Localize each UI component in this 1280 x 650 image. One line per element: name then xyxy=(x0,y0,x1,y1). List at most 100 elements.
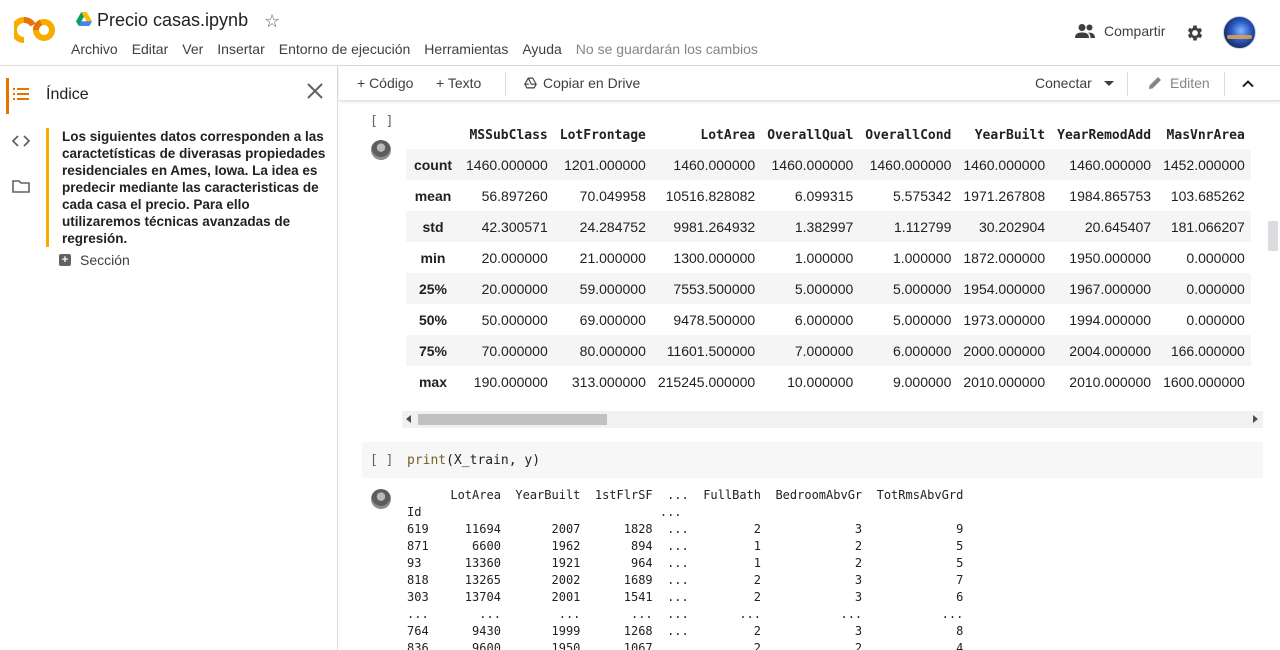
notebook-title[interactable]: Precio casas.ipynb xyxy=(97,10,248,31)
table-cell: 1.000000 xyxy=(892,249,952,266)
table-row: max 190.000000 313.000000 215245.000000 10.0… xyxy=(406,366,1251,397)
menu-insertar[interactable]: Insertar xyxy=(217,41,264,57)
connect-button[interactable]: Conectar xyxy=(1035,75,1114,91)
cell-run-bracket[interactable]: [ ] xyxy=(370,114,393,129)
add-code-button[interactable]: + Código xyxy=(357,75,413,91)
toolbar-divider xyxy=(1224,72,1225,96)
table-cell: 21.000000 xyxy=(579,249,646,266)
menu-archivo[interactable]: Archivo xyxy=(71,41,118,57)
table-cell: 5.000000 xyxy=(892,280,952,297)
table-cell: 1460.000000 xyxy=(963,156,1046,173)
column-header: OverallQual xyxy=(767,127,854,143)
scroll-right-icon[interactable] xyxy=(1253,415,1258,423)
table-cell: 0.000000 xyxy=(1186,280,1245,297)
table-cell: 5.575342 xyxy=(892,187,952,204)
table-cell: 5.000000 xyxy=(892,311,952,328)
code-snippets-icon[interactable] xyxy=(11,131,31,151)
toc-entry[interactable]: Los siguientes datos corresponden a las … xyxy=(46,128,332,247)
toc-sidebar: Índice Los siguientes datos corresponden… xyxy=(40,66,338,650)
row-label: min xyxy=(420,249,446,266)
table-cell: 5.000000 xyxy=(794,280,854,297)
table-cell: 10.000000 xyxy=(787,373,854,390)
scroll-left-icon[interactable] xyxy=(406,415,411,423)
drive-outline-icon xyxy=(524,77,537,89)
row-label: 25% xyxy=(418,280,448,297)
app-header: Precio casas.ipynb ☆ Archivo Editar Ver … xyxy=(0,0,1280,66)
cell-run-bracket[interactable]: [ ] xyxy=(370,453,393,468)
save-status[interactable]: No se guardarán los cambios xyxy=(576,41,758,57)
code-editor[interactable]: print(X_train, y) xyxy=(407,453,540,468)
table-cell: 20.645407 xyxy=(1084,218,1152,235)
section-label: Sección xyxy=(80,252,130,268)
row-label: std xyxy=(422,218,444,235)
horizontal-scroll-thumb[interactable] xyxy=(418,414,607,425)
table-row: 75% 70.000000 80.000000 11601.500000 7.00000… xyxy=(406,335,1251,366)
table-cell: 1452.000000 xyxy=(1163,156,1245,173)
menu-ver[interactable]: Ver xyxy=(182,41,203,57)
table-cell: 1600.000000 xyxy=(1163,373,1245,390)
menu-entorno-ejecucion[interactable]: Entorno de ejecución xyxy=(279,41,411,57)
notebook-toolbar: + Código + Texto Copiar en Drive Conecta… xyxy=(339,66,1280,101)
table-row: 50% 50.000000 69.000000 9478.500000 6.000000… xyxy=(406,304,1251,335)
table-cell: 1.112799 xyxy=(894,218,952,235)
row-label: max xyxy=(418,373,448,390)
menu-herramientas[interactable]: Herramientas xyxy=(424,41,508,57)
output-avatar-icon[interactable] xyxy=(371,140,391,160)
table-row: count 1460.000000 1201.000000 1460.000000 14… xyxy=(406,149,1251,180)
output-avatar-icon[interactable] xyxy=(371,489,391,509)
colab-logo[interactable] xyxy=(14,16,56,44)
column-header: LotFrontage xyxy=(559,127,646,143)
add-section-button[interactable]: + Sección xyxy=(59,252,130,268)
column-header: YearBuilt xyxy=(974,127,1046,143)
table-cell: 103.685262 xyxy=(1170,187,1245,204)
user-avatar[interactable] xyxy=(1223,16,1256,49)
table-cell: 313.000000 xyxy=(571,373,646,390)
left-rail xyxy=(0,66,40,650)
folder-icon[interactable] xyxy=(11,176,31,196)
table-cell: 70.000000 xyxy=(481,342,548,359)
table-cell: 9981.264932 xyxy=(673,218,756,235)
menu-editar[interactable]: Editar xyxy=(132,41,169,57)
share-label: Compartir xyxy=(1104,23,1166,39)
table-cell: 166.000000 xyxy=(1170,342,1245,359)
print-output: LotArea YearBuilt 1stFlrSF ... FullBath … xyxy=(407,488,964,650)
share-button[interactable]: Compartir xyxy=(1074,23,1165,39)
table-cell: 1872.000000 xyxy=(963,249,1046,266)
table-of-contents-icon[interactable] xyxy=(11,84,31,104)
table-cell: 1967.000000 xyxy=(1069,280,1152,297)
edit-label: Editen xyxy=(1170,75,1210,91)
row-label: count xyxy=(413,156,453,173)
menu-bar: Archivo Editar Ver Insertar Entorno de e… xyxy=(71,41,758,57)
people-icon xyxy=(1075,24,1095,38)
table-cell: 1984.865753 xyxy=(1069,187,1152,204)
add-text-button[interactable]: + Texto xyxy=(436,75,481,91)
table-cell: 9.000000 xyxy=(892,373,952,390)
plus-box-icon: + xyxy=(59,254,71,266)
chevron-down-icon xyxy=(1103,80,1114,86)
code-cell[interactable]: [ ] print(X_train, y) xyxy=(362,442,1263,478)
table-cell: 9478.500000 xyxy=(673,311,756,328)
code-args: (X_train, y) xyxy=(446,453,541,468)
toolbar-divider xyxy=(1127,72,1128,96)
gear-icon[interactable] xyxy=(1185,23,1205,43)
table-cell: 20.000000 xyxy=(481,280,548,297)
edit-button[interactable]: Editen xyxy=(1147,75,1210,91)
table-cell: 1460.000000 xyxy=(466,156,548,173)
horizontal-scrollbar[interactable] xyxy=(402,411,1263,428)
vertical-scrollbar[interactable] xyxy=(1268,221,1278,251)
table-cell: 42.300571 xyxy=(481,218,548,235)
table-cell: 56.897260 xyxy=(481,187,548,204)
star-icon[interactable]: ☆ xyxy=(264,10,280,32)
pencil-icon xyxy=(1149,77,1161,89)
close-icon[interactable] xyxy=(304,80,326,102)
menu-ayuda[interactable]: Ayuda xyxy=(522,41,561,57)
table-cell: 1971.267808 xyxy=(963,187,1046,204)
copy-to-drive-label: Copiar en Drive xyxy=(543,75,641,91)
toc-title: Índice xyxy=(46,86,89,103)
chevron-up-icon[interactable] xyxy=(1239,75,1257,93)
column-header: MSSubClass xyxy=(469,127,548,143)
table-cell: 6.099315 xyxy=(794,187,854,204)
row-label: 75% xyxy=(418,342,448,359)
table-header-row: MSSubClass LotFrontage LotArea OverallQu… xyxy=(406,121,1251,149)
copy-to-drive-button[interactable]: Copiar en Drive xyxy=(524,75,640,91)
